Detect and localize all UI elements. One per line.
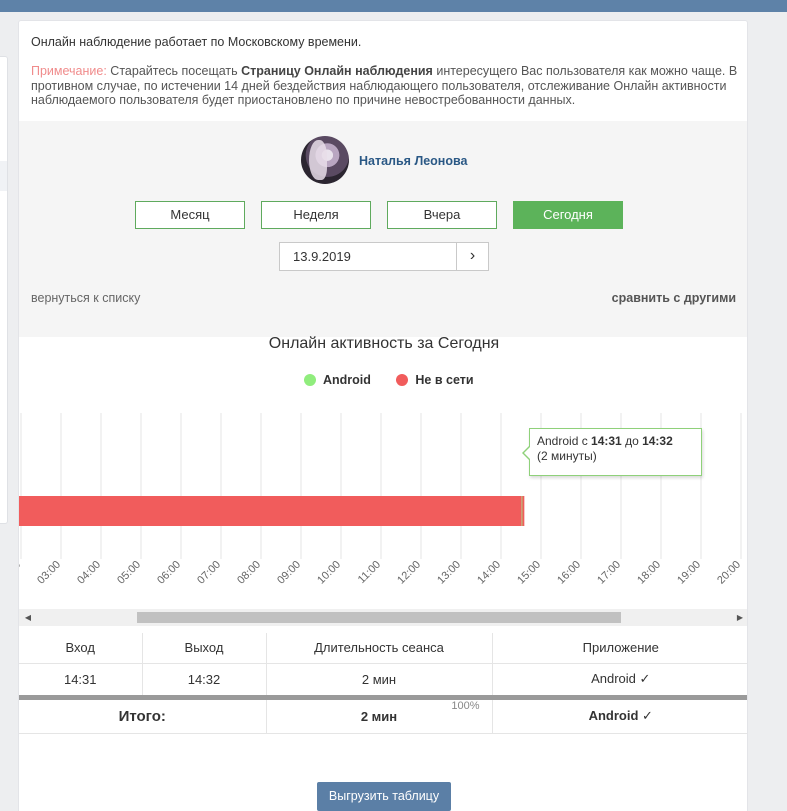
x-tick-label: 05:00 [115, 559, 143, 587]
tooltip-duration: (2 минуты) [537, 449, 597, 463]
date-field[interactable]: 13.9.2019 [279, 242, 457, 271]
tooltip-to: 14:32 [642, 434, 673, 448]
x-tick-label: 04:00 [75, 559, 103, 587]
scroll-right-icon[interactable]: ▶ [733, 611, 747, 624]
timezone-notice: Онлайн наблюдение работает по Московском… [31, 35, 362, 49]
x-tick-label: 03:00 [35, 559, 63, 587]
x-tick-label: 10:00 [315, 559, 343, 587]
x-tick-label: 14:00 [475, 559, 503, 587]
timeline-segment [522, 496, 525, 526]
x-tick-label: 16:00 [555, 559, 583, 587]
period-week-button[interactable]: Неделя [261, 201, 371, 229]
x-tick-label: 00 [19, 559, 23, 576]
total-duration: 2 мин 100% [266, 700, 493, 734]
tooltip-prefix: Android с [537, 434, 592, 448]
avatar[interactable] [301, 136, 349, 184]
tooltip-from: 14:31 [591, 434, 622, 448]
cell-out: 14:32 [142, 663, 267, 695]
table-row: 14:31 14:32 2 мин Android ✓ [19, 663, 747, 695]
cell-in: 14:31 [19, 663, 143, 695]
chevron-right-icon: › [469, 247, 476, 264]
x-tick-label: 15:00 [515, 559, 543, 587]
scroll-thumb[interactable] [137, 612, 621, 623]
x-tick-label: 11:00 [356, 559, 383, 586]
compare-with-others-link[interactable]: сравнить с другими [612, 291, 736, 305]
legend-label: Android [323, 373, 371, 387]
period-yesterday-button[interactable]: Вчера [387, 201, 497, 229]
x-tick-label: 06:00 [155, 559, 183, 587]
note-bold: Страницу Онлайн наблюдения [241, 64, 433, 78]
period-month-button[interactable]: Месяц [135, 201, 245, 229]
col-header-duration[interactable]: Длительность сеанса [266, 633, 493, 664]
scroll-left-icon[interactable]: ◀ [21, 611, 35, 624]
col-header-out[interactable]: Выход [142, 633, 267, 664]
x-tick-label: 20:00 [715, 559, 743, 587]
chart-legend: Android Не в сети [304, 373, 496, 389]
x-tick-label: 19:00 [675, 559, 703, 587]
sessions-table: Вход Выход Длительность сеанса Приложени… [19, 633, 747, 734]
total-duration-value: 2 мин [360, 708, 398, 724]
x-tick-label: 07:00 [195, 559, 223, 587]
x-tick-label: 09:00 [275, 559, 303, 587]
back-to-list-link[interactable]: вернуться к списку [31, 291, 140, 305]
tooltip-mid: до [621, 434, 643, 448]
chart-scrollbar[interactable]: ◀ ▶ [19, 609, 747, 626]
legend-item-offline[interactable]: Не в сети [396, 373, 474, 387]
export-table-button[interactable]: Выгрузить таблицу [317, 782, 451, 811]
legend-item-android[interactable]: Android [304, 373, 371, 387]
total-label: Итого: [19, 700, 267, 734]
x-tick-label: 08:00 [235, 559, 263, 587]
note-text: Примечание: Старайтесь посещать Страницу… [31, 64, 741, 108]
x-tick-label: 18:00 [635, 559, 663, 587]
total-app: Android ✓ [492, 700, 747, 734]
date-next-button[interactable]: › [456, 242, 489, 271]
note-label: Примечание: [31, 64, 107, 78]
x-tick-label: 12:00 [395, 559, 423, 587]
cell-duration: 2 мин [266, 663, 493, 695]
left-side-panel [0, 56, 8, 524]
timeline-segment [19, 496, 522, 526]
x-tick-label: 13:00 [435, 559, 463, 587]
left-panel-selected-item[interactable] [0, 161, 7, 191]
col-header-in[interactable]: Вход [19, 633, 143, 664]
table-header-row: Вход Выход Длительность сеанса Приложени… [19, 633, 747, 664]
controls-panel: Наталья Леонова Месяц Неделя Вчера Сегод… [19, 121, 747, 337]
chart-title: Онлайн активность за Сегодня [268, 335, 500, 352]
total-percent: 100% [451, 700, 480, 712]
online-monitoring-card: Онлайн наблюдение работает по Московском… [18, 20, 748, 811]
x-tick-label: 17:00 [595, 559, 623, 587]
col-header-app[interactable]: Приложение [492, 633, 747, 664]
cell-app: Android ✓ [591, 671, 651, 687]
note-part1: Старайтесь посещать [106, 64, 242, 78]
user-name[interactable]: Наталья Леонова [359, 154, 467, 168]
legend-label: Не в сети [415, 373, 474, 387]
table-total-row: Итого: 2 мин 100% Android ✓ [19, 700, 747, 734]
top-bar [0, 0, 787, 12]
legend-dot-icon [396, 374, 409, 386]
chart-tooltip: Android с 14:31 до 14:32 (2 минуты) [522, 428, 702, 476]
legend-dot-icon [304, 374, 316, 386]
period-today-button[interactable]: Сегодня [513, 201, 623, 229]
